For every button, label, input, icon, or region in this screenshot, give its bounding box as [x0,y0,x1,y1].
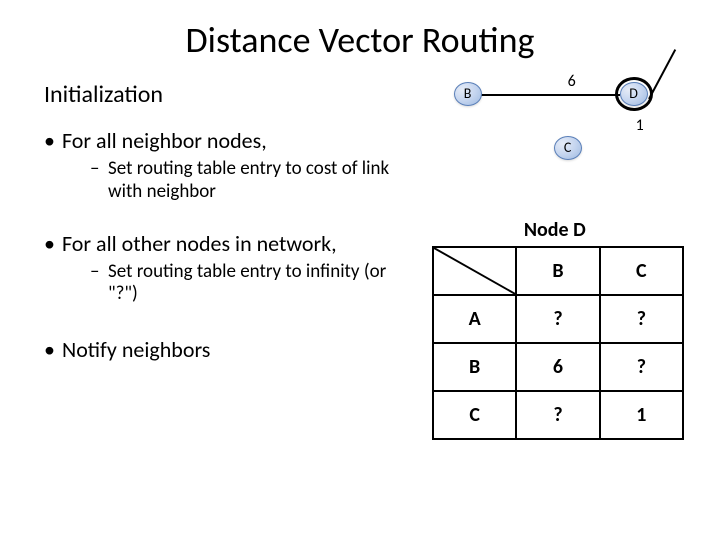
bullet-neighbor-text: For all neighbor nodes, [62,127,267,154]
node-b: B [454,82,482,106]
bullet-list: For all neighbor nodes, Set routing tabl… [44,127,410,363]
cell-b-c: ? [600,343,683,391]
bullet-notify: Notify neighbors [44,336,410,363]
node-d: D [620,82,648,106]
edge-bd [480,94,620,96]
bullet-notify-text: Notify neighbors [62,336,210,363]
node-d-label: D [629,85,638,102]
left-column: Initialization For all neighbor nodes, S… [0,74,418,440]
table-corner [433,247,516,295]
node-c-label: C [564,139,571,156]
cell-c-c: 1 [600,391,683,439]
bullet-other-text: For all other nodes in network, [62,230,337,257]
right-column: B D C 6 1 Node D B C [418,74,720,440]
diagonal-slash-icon [434,248,515,294]
cell-a-c: ? [600,295,683,343]
bullet-neighbor: For all neighbor nodes, Set routing tabl… [44,127,410,204]
col-header-b: B [516,247,599,295]
content-row: Initialization For all neighbor nodes, S… [0,74,720,440]
bullet-other-sub: Set routing table entry to infinity (or … [90,261,410,307]
bullet-other: For all other nodes in network, Set rout… [44,230,410,307]
col-header-c: C [600,247,683,295]
row-header-c: C [433,391,516,439]
node-c: C [554,136,582,160]
table-title: Node D [418,218,692,242]
edge-bd-label: 6 [568,72,576,91]
row-header-a: A [433,295,516,343]
cell-b-b: 6 [516,343,599,391]
subtitle: Initialization [44,80,410,109]
edge-dc-label: 1 [636,116,644,135]
cell-c-b: ? [516,391,599,439]
bullet-neighbor-sub: Set routing table entry to cost of link … [90,158,410,204]
cell-a-b: ? [516,295,599,343]
row-header-b: B [433,343,516,391]
node-b-label: B [464,85,472,102]
page-title: Distance Vector Routing [0,0,720,74]
graph-diagram: B D C 6 1 [418,74,692,214]
routing-table: B C A ? ? B 6 ? C ? 1 [432,246,684,440]
